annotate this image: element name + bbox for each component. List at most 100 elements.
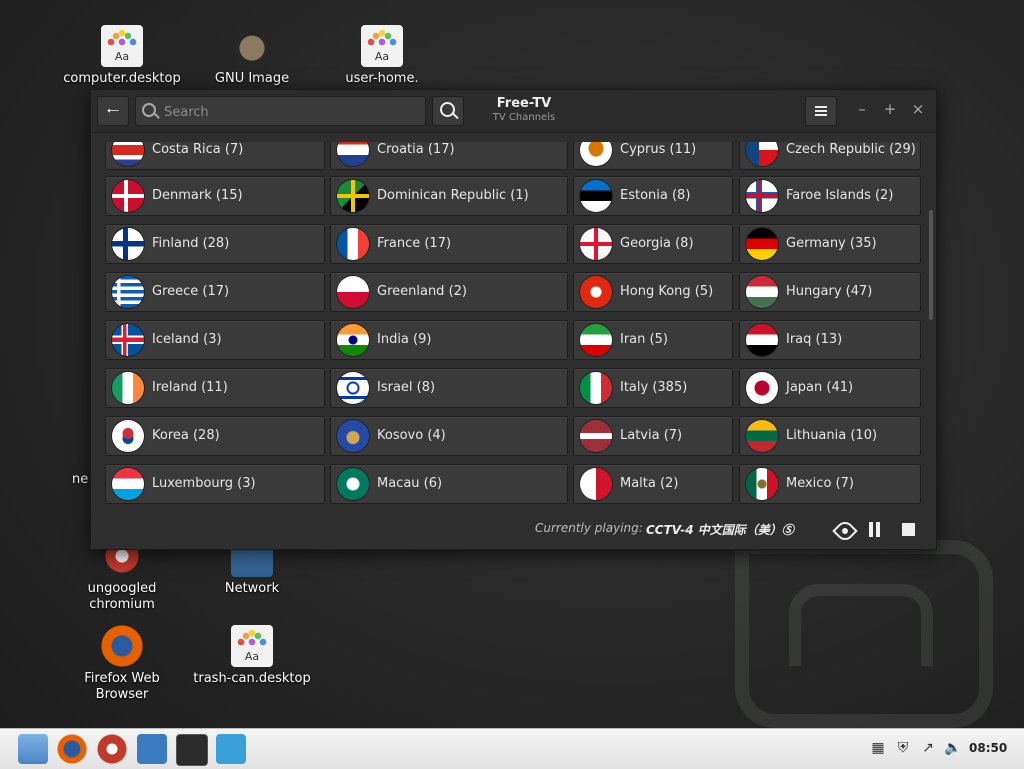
eye-icon[interactable] [832, 518, 858, 544]
country-button[interactable]: Italy (385) [573, 368, 733, 408]
title-bar: 🠀 Free-TV TV Channels – + × [91, 90, 936, 133]
country-label: Denmark (15) [152, 188, 243, 203]
chromium-icon[interactable] [97, 734, 127, 764]
update-icon[interactable]: ▦ [870, 740, 886, 756]
country-button[interactable]: Hungary (47) [739, 272, 921, 312]
country-button[interactable]: Japan (41) [739, 368, 921, 408]
country-row: Luxembourg (3) Macau (6) Malta (2) Mexico (… [105, 464, 923, 504]
scrollbar[interactable] [929, 210, 933, 320]
desktop-icon-firefox[interactable]: Firefox Web Browser [62, 625, 182, 703]
country-button[interactable]: Luxembourg (3) [105, 464, 325, 504]
country-label: Luxembourg (3) [152, 476, 256, 491]
network-tray-icon[interactable]: ↗ [920, 740, 936, 756]
country-button[interactable]: Denmark (15) [105, 176, 325, 216]
menu-button[interactable] [805, 96, 837, 126]
desktop-icon-computer[interactable]: Aa computer.desktop [62, 25, 182, 87]
flag-icon [746, 468, 778, 500]
country-button[interactable]: Ireland (11) [105, 368, 325, 408]
country-label: Iceland (3) [152, 332, 222, 347]
country-button[interactable]: Greenland (2) [330, 272, 568, 312]
window-title: Free-TV [496, 96, 552, 111]
country-button[interactable]: Korea (28) [105, 416, 325, 456]
country-button[interactable]: Hong Kong (5) [573, 272, 733, 312]
folder-icon[interactable] [18, 734, 48, 764]
country-label: Hong Kong (5) [620, 284, 714, 299]
mint-logo-watermark [735, 540, 993, 728]
country-label: Japan (41) [786, 380, 854, 395]
status-label: Currently playing: [535, 521, 643, 535]
minimize-button[interactable]: – [853, 100, 871, 118]
country-button[interactable]: Iran (5) [573, 320, 733, 360]
flag-icon [746, 324, 778, 356]
arrow-left-icon: 🠀 [106, 101, 120, 120]
country-button[interactable]: Malta (2) [573, 464, 733, 504]
country-label: Italy (385) [620, 380, 688, 395]
country-button[interactable]: Kosovo (4) [330, 416, 568, 456]
country-button[interactable]: Macau (6) [330, 464, 568, 504]
freetv-icon[interactable] [216, 734, 246, 764]
status-bar: Currently playing: CCTV-4 中文国际（美）Ⓢ [91, 509, 936, 549]
country-button[interactable]: Czech Republic (29) [739, 142, 921, 170]
search-box[interactable] [135, 96, 426, 127]
window-subtitle: TV Channels [492, 112, 556, 123]
country-button[interactable]: Israel (8) [330, 368, 568, 408]
country-button[interactable]: Greece (17) [105, 272, 325, 312]
flag-icon [746, 228, 778, 260]
country-label: Lithuania (10) [786, 428, 878, 443]
terminal-icon[interactable] [176, 734, 208, 766]
country-label: Israel (8) [377, 380, 436, 395]
country-label: Finland (28) [152, 236, 230, 251]
pause-icon[interactable] [869, 522, 881, 537]
flag-icon [112, 420, 144, 452]
country-button[interactable]: Croatia (17) [330, 142, 568, 170]
desktop-icon-user-home[interactable]: Aa user-home. [322, 25, 442, 87]
country-grid: Costa Rica (7) Croatia (17) Cyprus (11) Cze… [105, 142, 923, 504]
country-button[interactable]: Finland (28) [105, 224, 325, 264]
shield-icon[interactable]: ⛨ [895, 740, 911, 756]
country-label: Faroe Islands (2) [786, 188, 894, 203]
flag-icon [580, 420, 612, 452]
country-button[interactable]: Estonia (8) [573, 176, 733, 216]
desktop-icon-label: ungoogled chromium [87, 581, 157, 612]
firefox-icon[interactable] [57, 734, 87, 764]
flag-icon [580, 372, 612, 404]
flag-icon [580, 228, 612, 260]
flag-icon [337, 420, 369, 452]
search-icon [440, 102, 455, 117]
search-input[interactable] [162, 97, 421, 127]
country-label: Latvia (7) [620, 428, 683, 443]
country-row: Iceland (3) India (9) Iran (5) Iraq (13) [105, 320, 923, 360]
country-label: Ireland (11) [152, 380, 228, 395]
country-button[interactable]: France (17) [330, 224, 568, 264]
country-label: Iran (5) [620, 332, 668, 347]
country-button[interactable]: Mexico (7) [739, 464, 921, 504]
country-button[interactable]: India (9) [330, 320, 568, 360]
clock: 08:50 [969, 741, 1008, 755]
country-label: Germany (35) [786, 236, 877, 251]
desktop-icon-trash[interactable]: Aa trash-can.desktop [192, 625, 312, 687]
country-row: Ireland (11) Israel (8) Italy (385) Japan (… [105, 368, 923, 408]
search-icon [142, 103, 156, 117]
country-button[interactable]: Germany (35) [739, 224, 921, 264]
back-button[interactable]: 🠀 [97, 96, 129, 126]
country-button[interactable]: Costa Rica (7) [105, 142, 325, 170]
flag-icon [580, 142, 612, 166]
volume-icon[interactable]: 🔈 [944, 740, 961, 756]
maximize-button[interactable]: + [881, 100, 899, 118]
country-label: Mexico (7) [786, 476, 854, 491]
country-button[interactable]: Dominican Republic (1) [330, 176, 568, 216]
desktop-icon-gimp[interactable]: GNU Image [192, 25, 312, 87]
stop-icon[interactable] [902, 523, 915, 536]
flag-icon [337, 228, 369, 260]
country-button[interactable]: Lithuania (10) [739, 416, 921, 456]
search-button[interactable] [432, 96, 464, 126]
country-label: France (17) [377, 236, 452, 251]
country-button[interactable]: Faroe Islands (2) [739, 176, 921, 216]
country-button[interactable]: Iraq (13) [739, 320, 921, 360]
country-button[interactable]: Cyprus (11) [573, 142, 733, 170]
country-button[interactable]: Iceland (3) [105, 320, 325, 360]
country-button[interactable]: Georgia (8) [573, 224, 733, 264]
close-button[interactable]: × [909, 100, 927, 118]
system-monitor-icon[interactable] [137, 734, 167, 764]
country-button[interactable]: Latvia (7) [573, 416, 733, 456]
